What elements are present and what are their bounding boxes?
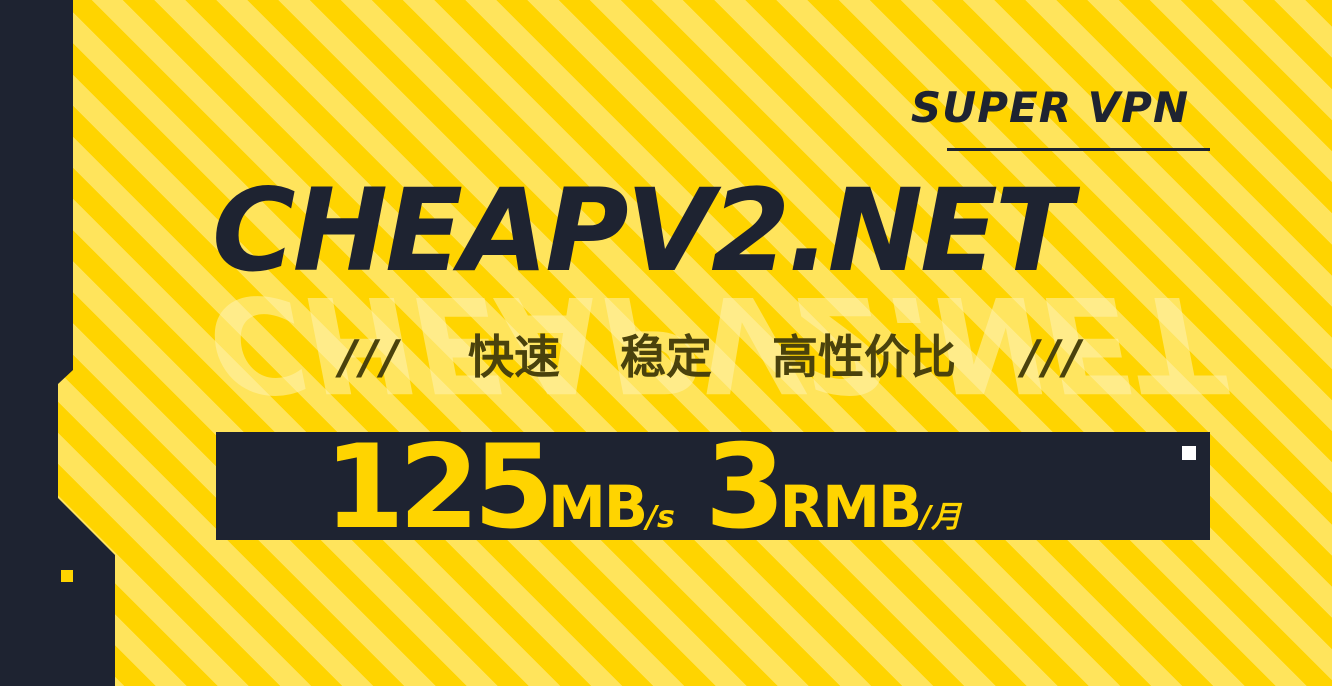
right-slashes: ///	[1022, 330, 1085, 384]
brand-divider	[947, 148, 1210, 151]
site-title: CHEAPV2.NET	[212, 164, 1073, 297]
cost-suffix: /月	[920, 500, 962, 535]
cost-unit: RMB	[779, 473, 923, 541]
speed-unit: MB	[548, 473, 648, 541]
speed-suffix: /s	[646, 500, 675, 535]
left-slashes: ///	[339, 330, 402, 384]
price-line: 125MB/s 3RMB/月	[324, 428, 1204, 548]
left-accent-square	[61, 570, 73, 582]
feature-value: 高性价比	[772, 330, 957, 384]
feature-fast: 快速	[467, 330, 560, 384]
cost-value: 3	[704, 420, 786, 555]
speed-value: 125	[324, 420, 554, 555]
brand-tagline: SUPER VPN	[910, 83, 1190, 132]
price-banner: 125MB/s 3RMB/月	[216, 428, 1210, 548]
left-decorative-bar	[0, 0, 115, 686]
feature-stable: 稳定	[620, 330, 712, 384]
feature-tagline: /// 快速 稳定 高性价比 ///	[212, 322, 1212, 392]
